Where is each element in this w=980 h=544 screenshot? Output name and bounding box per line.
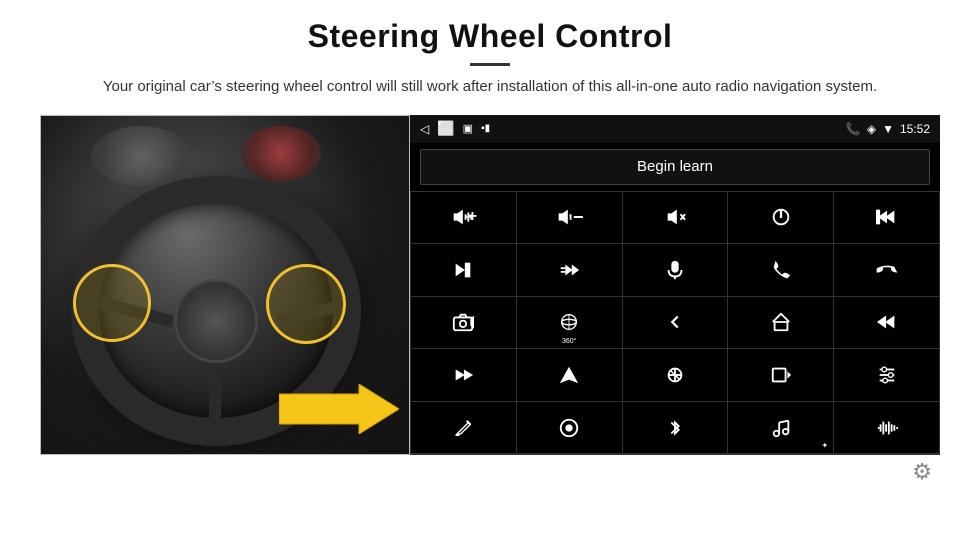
power-button[interactable] [728, 192, 833, 244]
circle-dot-button[interactable] [517, 402, 622, 454]
controls-grid: + − [410, 191, 940, 455]
gauge-left [91, 126, 191, 186]
clock: 15:52 [900, 122, 930, 136]
home-nav-button[interactable] [728, 297, 833, 349]
spoke-bottom [209, 376, 221, 446]
skip-back-button[interactable] [834, 297, 939, 349]
page-subtitle: Your original car’s steering wheel contr… [103, 76, 877, 99]
steering-hub [174, 279, 258, 363]
mic-button[interactable] [623, 244, 728, 296]
record-button[interactable] [728, 349, 833, 401]
camera-button[interactable] [411, 297, 516, 349]
content-row: ◁ ⬜ ▣ ▪▮ 📞 ◈ ▼ 15:52 Begin learn [40, 115, 940, 455]
back-nav-button[interactable] [623, 297, 728, 349]
next-button[interactable] [411, 244, 516, 296]
360-view-button[interactable]: 360° [517, 297, 622, 349]
phone-status-icon: 📞 [846, 122, 861, 136]
home-nav-icon[interactable]: ⬜ [437, 120, 454, 137]
head-unit: ◁ ⬜ ▣ ▪▮ 📞 ◈ ▼ 15:52 Begin learn [410, 115, 940, 455]
vol-down-button[interactable]: − [517, 192, 622, 244]
waveform-button[interactable] [834, 402, 939, 454]
settings-gear-icon[interactable]: ⚙ [912, 459, 932, 485]
pen-button[interactable] [411, 402, 516, 454]
bluetooth-button[interactable] [623, 402, 728, 454]
button-group-right-highlight [266, 264, 346, 344]
fast-fwd-button[interactable] [411, 349, 516, 401]
page-wrapper: Steering Wheel Control Your original car… [0, 0, 980, 544]
page-title: Steering Wheel Control [308, 18, 673, 55]
vol-up-button[interactable]: + [411, 192, 516, 244]
begin-learn-button[interactable]: Begin learn [420, 149, 930, 185]
yellow-arrow-icon [279, 384, 399, 434]
title-divider [470, 63, 510, 66]
music-button[interactable]: ✦ [728, 402, 833, 454]
sliders-button[interactable] [834, 349, 939, 401]
wifi-icon: ▼ [882, 122, 894, 136]
eq-button[interactable] [623, 349, 728, 401]
button-group-left-highlight [73, 264, 151, 342]
back-nav-icon[interactable]: ◁ [420, 122, 429, 136]
navigation-button[interactable] [517, 349, 622, 401]
arrow-container [279, 384, 399, 434]
status-bar-left: ◁ ⬜ ▣ ▪▮ [420, 120, 490, 137]
location-icon: ◈ [867, 122, 876, 136]
gauge-right [241, 126, 321, 181]
hang-up-button[interactable] [834, 244, 939, 296]
vol-mute-button[interactable] [623, 192, 728, 244]
status-bar: ◁ ⬜ ▣ ▪▮ 📞 ◈ ▼ 15:52 [410, 115, 940, 143]
status-bar-right: 📞 ◈ ▼ 15:52 [846, 122, 930, 136]
signal-bars-icon: ▪▮ [481, 123, 490, 134]
phone-answer-button[interactable] [728, 244, 833, 296]
begin-learn-row: Begin learn [410, 143, 940, 191]
steering-wheel-photo [40, 115, 410, 455]
recents-nav-icon[interactable]: ▣ [463, 122, 473, 135]
prev-track-button[interactable] [834, 192, 939, 244]
ff-button[interactable] [517, 244, 622, 296]
